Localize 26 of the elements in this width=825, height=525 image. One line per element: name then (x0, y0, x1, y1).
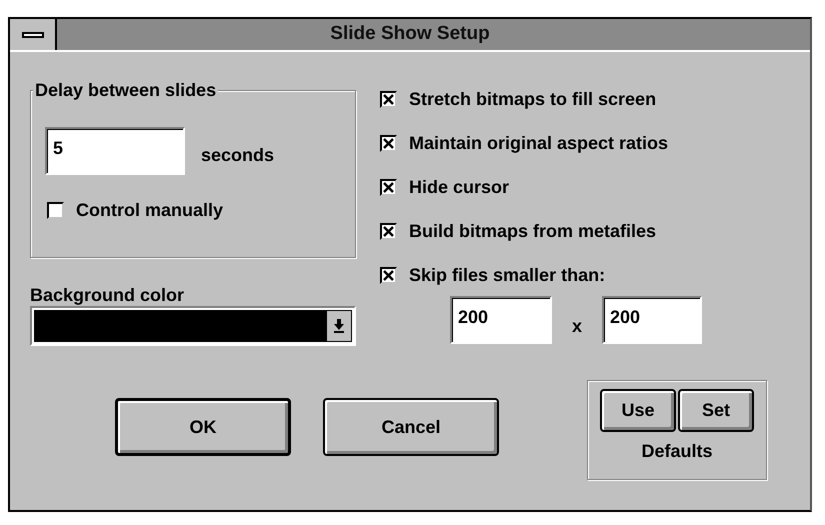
checkbox-label[interactable]: Control manually (76, 197, 224, 224)
checkbox-label[interactable]: Hide cursor (409, 176, 510, 198)
dialog-button[interactable]: OK (115, 398, 291, 456)
checkbox-label[interactable]: Skip files smaller than: (409, 264, 606, 286)
separator-label: x (572, 315, 582, 338)
system-menu-button[interactable] (10, 19, 57, 50)
color-dropdown[interactable] (30, 306, 356, 346)
checkbox[interactable] (380, 90, 397, 108)
height-input-field[interactable]: 200 (602, 296, 702, 344)
checkbox[interactable] (380, 178, 397, 196)
checkbox-label[interactable]: Build bitmaps from metafiles (409, 220, 656, 242)
width-input-field[interactable]: 200 (450, 296, 552, 344)
checkbox-label[interactable]: Maintain original aspect ratios (409, 132, 668, 154)
checkbox-label[interactable]: Stretch bitmaps to fill screen (409, 88, 656, 110)
checkbox[interactable] (380, 134, 397, 152)
defaults-button[interactable]: Set (678, 389, 754, 432)
checkbox[interactable] (380, 222, 397, 240)
dialog-button[interactable]: Cancel (323, 398, 499, 456)
checkbox[interactable] (380, 266, 397, 284)
delay-input-field[interactable]: 5 (45, 127, 185, 175)
defaults-button[interactable]: Use (600, 389, 676, 432)
unit-label: seconds (201, 144, 274, 167)
field-label: Background color (30, 284, 184, 306)
checkbox[interactable] (47, 202, 64, 219)
window-title: Slide Show Setup (329, 22, 491, 46)
group-label: Defaults (641, 440, 712, 463)
